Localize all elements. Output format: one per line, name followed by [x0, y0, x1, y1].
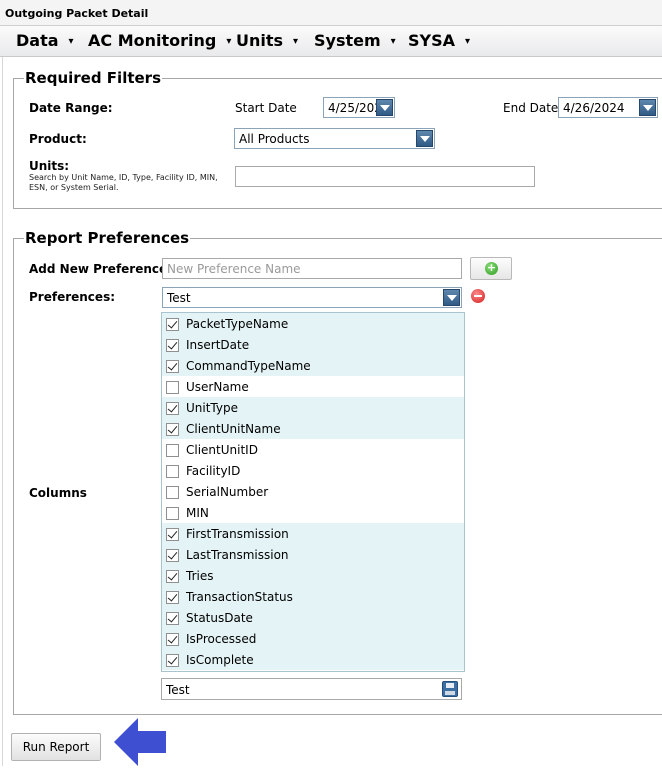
product-value: All Products — [239, 132, 310, 146]
column-option-label: SerialNumber — [186, 485, 269, 499]
dropdown-arrow-icon[interactable] — [443, 289, 460, 306]
product-label: Product: — [29, 132, 87, 146]
units-label: Units: — [29, 159, 70, 173]
column-checkbox[interactable] — [166, 549, 179, 562]
column-option-row[interactable]: PacketTypeName — [162, 313, 464, 334]
column-option-row[interactable]: IsProcessed — [162, 628, 464, 649]
column-checkbox[interactable] — [166, 654, 179, 667]
column-option-label: TransactionStatus — [186, 590, 293, 604]
chevron-down-icon: ▾ — [68, 36, 74, 47]
column-option-row[interactable]: UserName — [162, 376, 464, 397]
dropdown-arrow-icon[interactable] — [416, 130, 433, 147]
preferences-select[interactable]: Test — [162, 287, 462, 308]
column-option-label: PacketTypeName — [186, 317, 289, 331]
menu-data[interactable]: Data ▾ — [16, 26, 74, 57]
column-checkbox[interactable] — [166, 486, 179, 499]
column-option-label: IsComplete — [186, 653, 254, 667]
column-option-label: ClientUnitName — [186, 422, 281, 436]
units-search-input[interactable] — [235, 166, 535, 187]
product-select[interactable]: All Products — [234, 128, 435, 149]
end-date-value: 4/26/2024 — [563, 101, 625, 115]
column-option-row[interactable]: FacilityID — [162, 460, 464, 481]
preferences-value: Test — [167, 291, 191, 305]
column-option-row[interactable]: FirstTransmission — [162, 523, 464, 544]
column-checkbox[interactable] — [166, 402, 179, 415]
required-filters-legend: Required Filters — [25, 69, 162, 87]
column-checkbox[interactable] — [166, 591, 179, 604]
run-report-button[interactable]: Run Report — [11, 733, 101, 761]
column-option-label: CommandTypeName — [186, 359, 311, 373]
column-checkbox[interactable] — [166, 360, 179, 373]
column-option-label: FacilityID — [186, 464, 241, 478]
column-option-label: InsertDate — [186, 338, 250, 352]
column-option-label: FirstTransmission — [186, 527, 289, 541]
column-option-row[interactable]: Tries — [162, 565, 464, 586]
column-option-row[interactable]: MIN — [162, 502, 464, 523]
menu-ac-monitoring[interactable]: AC Monitoring ▾ — [88, 26, 231, 57]
column-option-label: Tries — [186, 569, 214, 583]
column-checkbox[interactable] — [166, 465, 179, 478]
menu-sysa[interactable]: SYSA ▾ — [408, 26, 470, 57]
column-option-row[interactable]: CommandTypeName — [162, 355, 464, 376]
chevron-down-icon: ▾ — [390, 36, 396, 47]
units-hint: Search by Unit Name, ID, Type, Facility … — [29, 173, 218, 192]
chevron-down-icon: ▾ — [226, 36, 232, 47]
date-range-label: Date Range: — [29, 101, 113, 115]
column-checkbox[interactable] — [166, 444, 179, 457]
add-preference-button[interactable]: + — [470, 257, 512, 280]
column-option-row[interactable]: LastTransmission — [162, 544, 464, 565]
column-checkbox[interactable] — [166, 423, 179, 436]
column-checkbox[interactable] — [166, 528, 179, 541]
dropdown-arrow-icon[interactable] — [639, 99, 656, 116]
chevron-down-icon: ▾ — [465, 36, 471, 47]
column-option-row[interactable]: ClientUnitName — [162, 418, 464, 439]
column-option-label: StatusDate — [186, 611, 253, 625]
column-checkbox[interactable] — [166, 318, 179, 331]
column-option-label: MIN — [186, 506, 209, 520]
end-date-label: End Date — [503, 101, 559, 115]
left-arrow-pointer-icon — [114, 718, 166, 766]
column-checkbox[interactable] — [166, 570, 179, 583]
plus-circle-icon: + — [485, 261, 498, 275]
left-border — [2, 57, 3, 766]
columns-checklist: PacketTypeName InsertDate CommandTypeName U… — [161, 312, 465, 672]
preferences-label: Preferences: — [29, 290, 116, 304]
column-option-label: UserName — [186, 380, 249, 394]
column-option-row[interactable]: IsComplete — [162, 649, 464, 670]
column-option-label: UnitType — [186, 401, 238, 415]
start-date-label: Start Date — [235, 101, 297, 115]
column-option-row[interactable]: InsertDate — [162, 334, 464, 355]
chevron-down-icon: ▾ — [293, 36, 299, 47]
add-preference-label: Add New Preference: — [29, 262, 172, 276]
menu-system[interactable]: System ▾ — [314, 26, 396, 57]
new-preference-input[interactable] — [162, 258, 462, 279]
window-title: Outgoing Packet Detail — [0, 0, 662, 26]
column-checkbox[interactable] — [166, 633, 179, 646]
end-date-picker[interactable]: 4/26/2024 — [558, 97, 658, 118]
dropdown-arrow-icon[interactable] — [376, 99, 393, 116]
report-preferences-legend: Report Preferences — [25, 229, 190, 247]
column-option-label: IsProcessed — [186, 632, 257, 646]
column-option-label: LastTransmission — [186, 548, 289, 562]
column-checkbox[interactable] — [166, 339, 179, 352]
column-option-row[interactable]: UnitType — [162, 397, 464, 418]
menu-units[interactable]: Units ▾ — [236, 26, 298, 57]
column-option-row[interactable]: ClientUnitID — [162, 439, 464, 460]
column-option-row[interactable]: StatusDate — [162, 607, 464, 628]
column-checkbox[interactable] — [166, 507, 179, 520]
preference-save-field[interactable]: Test — [161, 678, 462, 700]
columns-label: Columns — [29, 486, 87, 500]
floppy-disk-icon[interactable] — [442, 681, 458, 697]
start-date-picker[interactable]: 4/25/2024 — [323, 97, 395, 118]
menu-bar: Data ▾ AC Monitoring ▾ Units ▾ System ▾ SYSA… — [0, 26, 662, 57]
column-option-row[interactable]: TransactionStatus — [162, 586, 464, 607]
save-name-value: Test — [166, 683, 190, 697]
column-option-label: ClientUnitID — [186, 443, 258, 457]
column-checkbox[interactable] — [166, 612, 179, 625]
column-option-row[interactable]: SerialNumber — [162, 481, 464, 502]
column-checkbox[interactable] — [166, 381, 179, 394]
minus-circle-icon[interactable] — [471, 289, 485, 303]
